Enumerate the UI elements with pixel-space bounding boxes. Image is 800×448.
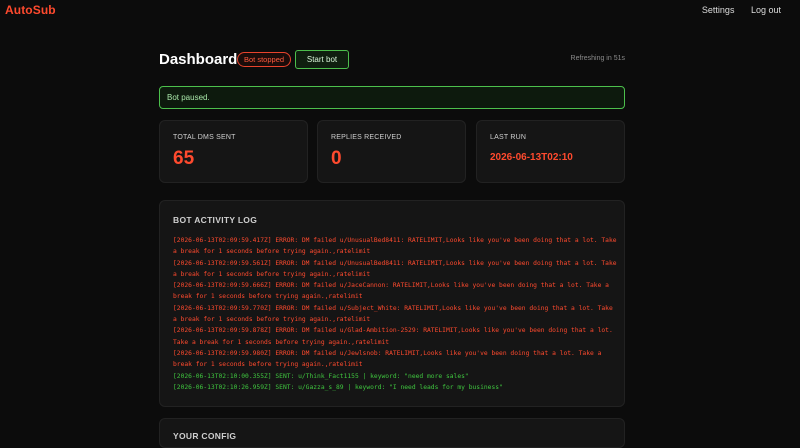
stat-value: 0 (331, 148, 342, 169)
log-line: [2026-06-13T02:10:00.355Z] SENT: u/Think… (173, 372, 469, 380)
log-heading: BOT ACTIVITY LOG (173, 215, 258, 225)
nav-links: Settings Log out (688, 5, 781, 15)
stat-card-replies: REPLIES RECEIVED 0 (317, 120, 466, 183)
dashboard-header: Dashboard Bot stopped Start bot Refreshi… (159, 50, 625, 70)
stats-row: TOTAL DMS SENT 65 REPLIES RECEIVED 0 LAS… (159, 120, 625, 183)
log-line: [2026-06-13T02:09:59.770Z] ERROR: DM fai… (173, 304, 613, 324)
log-line: [2026-06-13T02:09:59.666Z] ERROR: DM fai… (173, 282, 609, 301)
paused-alert: Bot paused. (159, 86, 625, 109)
activity-log-panel: BOT ACTIVITY LOG [2026-06-13T02:09:59.41… (159, 200, 625, 407)
refresh-countdown: Refreshing in 51s (570, 55, 625, 62)
log-line: [2026-06-13T02:09:59.561Z] ERROR: DM fai… (173, 259, 617, 278)
stat-value: 65 (173, 148, 195, 169)
top-nav: AutoSub Settings Log out (0, 0, 800, 22)
config-panel: YOUR CONFIG (159, 418, 625, 448)
stat-label: TOTAL DMS SENT (173, 134, 236, 141)
log-lines[interactable]: [2026-06-13T02:09:59.417Z] ERROR: DM fai… (173, 235, 619, 393)
stat-card-last-run: LAST RUN 2026-06-13T02:10 (476, 120, 625, 183)
config-heading: YOUR CONFIG (173, 431, 237, 441)
page-title: Dashboard (159, 51, 238, 68)
stat-label: LAST RUN (490, 134, 527, 141)
log-line: [2026-06-13T02:10:26.959Z] SENT: u/Gazza… (173, 383, 503, 391)
stat-value: 2026-06-13T02:10 (490, 152, 573, 163)
logout-link[interactable]: Log out (751, 5, 781, 15)
settings-link[interactable]: Settings (702, 5, 735, 15)
brand-logo[interactable]: AutoSub (5, 3, 56, 17)
stat-card-total-dms: TOTAL DMS SENT 65 (159, 120, 308, 183)
start-bot-button[interactable]: Start bot (295, 50, 349, 69)
log-line: [2026-06-13T02:09:59.980Z] ERROR: DM fai… (173, 349, 602, 369)
status-badge: Bot stopped (237, 52, 292, 67)
log-line: [2026-06-13T02:09:59.417Z] ERROR: DM fai… (173, 237, 617, 256)
stat-label: REPLIES RECEIVED (331, 134, 402, 141)
log-line: [2026-06-13T02:09:59.878Z] ERROR: DM fai… (173, 327, 613, 346)
